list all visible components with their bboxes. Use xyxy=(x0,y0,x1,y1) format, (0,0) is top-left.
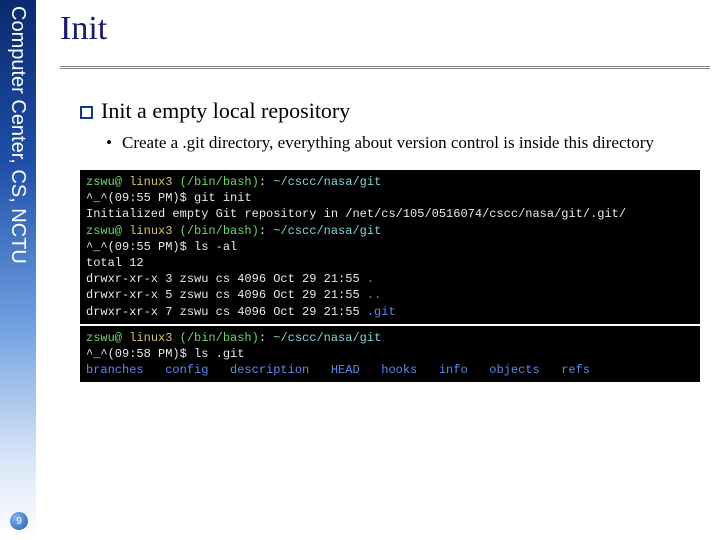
term-host: linux3 xyxy=(122,331,180,345)
term-cmd: git init xyxy=(194,191,252,205)
bullet-level-2: •Create a .git directory, everything abo… xyxy=(122,132,690,154)
term-ps1: ^_^(09:55 PM)$ xyxy=(86,240,194,254)
term-output: Initialized empty Git repository in /net… xyxy=(86,207,626,221)
term-user: zswu@ xyxy=(86,224,122,238)
term-host: linux3 xyxy=(122,175,180,189)
term-host: linux3 xyxy=(122,224,180,238)
term-cmd: ls .git xyxy=(194,347,244,361)
term-output: total 12 xyxy=(86,256,144,270)
term-path: ~/cscc/nasa/git xyxy=(273,224,381,238)
page-number-badge: 9 xyxy=(10,512,28,530)
bullet-1-text: Init a empty local repository xyxy=(101,98,350,123)
term-cmd: ls -al xyxy=(194,240,237,254)
term-path: ~/cscc/nasa/git xyxy=(273,331,381,345)
term-ps1: ^_^(09:58 PM)$ xyxy=(86,347,194,361)
term-output: drwxr-xr-x 5 zswu cs 4096 Oct 29 21:55 xyxy=(86,288,367,302)
sidebar-gradient: Computer Center, CS, NCTU xyxy=(0,0,36,540)
term-sep: : xyxy=(259,175,273,189)
term-ps1: ^_^(09:55 PM)$ xyxy=(86,191,194,205)
term-shell: (/bin/bash) xyxy=(180,224,259,238)
terminal-block-1: zswu@ linux3 (/bin/bash): ~/cscc/nasa/gi… xyxy=(80,170,700,324)
term-dir: .git xyxy=(367,305,396,319)
dot-bullet-icon: • xyxy=(106,132,122,154)
term-output: drwxr-xr-x 7 zswu cs 4096 Oct 29 21:55 xyxy=(86,305,367,319)
terminal-area: zswu@ linux3 (/bin/bash): ~/cscc/nasa/gi… xyxy=(80,170,700,382)
square-bullet-icon xyxy=(80,106,93,119)
term-output: drwxr-xr-x 3 zswu cs 4096 Oct 29 21:55 xyxy=(86,272,367,286)
bullet-level-1: Init a empty local repository xyxy=(80,98,710,124)
term-dir: .. xyxy=(367,288,381,302)
terminal-block-2: zswu@ linux3 (/bin/bash): ~/cscc/nasa/gi… xyxy=(80,326,700,383)
title-rule xyxy=(60,66,710,70)
bullet-2-text: Create a .git directory, everything abou… xyxy=(122,133,654,152)
term-sep: : xyxy=(259,224,273,238)
term-user: zswu@ xyxy=(86,175,122,189)
term-path: ~/cscc/nasa/git xyxy=(273,175,381,189)
term-shell: (/bin/bash) xyxy=(180,175,259,189)
term-sep: : xyxy=(259,331,273,345)
term-user: zswu@ xyxy=(86,331,122,345)
sidebar-label: Computer Center, CS, NCTU xyxy=(6,6,29,264)
term-dir: . xyxy=(367,272,374,286)
slide-title: Init xyxy=(60,10,710,48)
term-shell: (/bin/bash) xyxy=(180,331,259,345)
slide-content: Init Init a empty local repository •Crea… xyxy=(60,10,710,382)
term-listing: branches config description HEAD hooks i… xyxy=(86,363,590,377)
